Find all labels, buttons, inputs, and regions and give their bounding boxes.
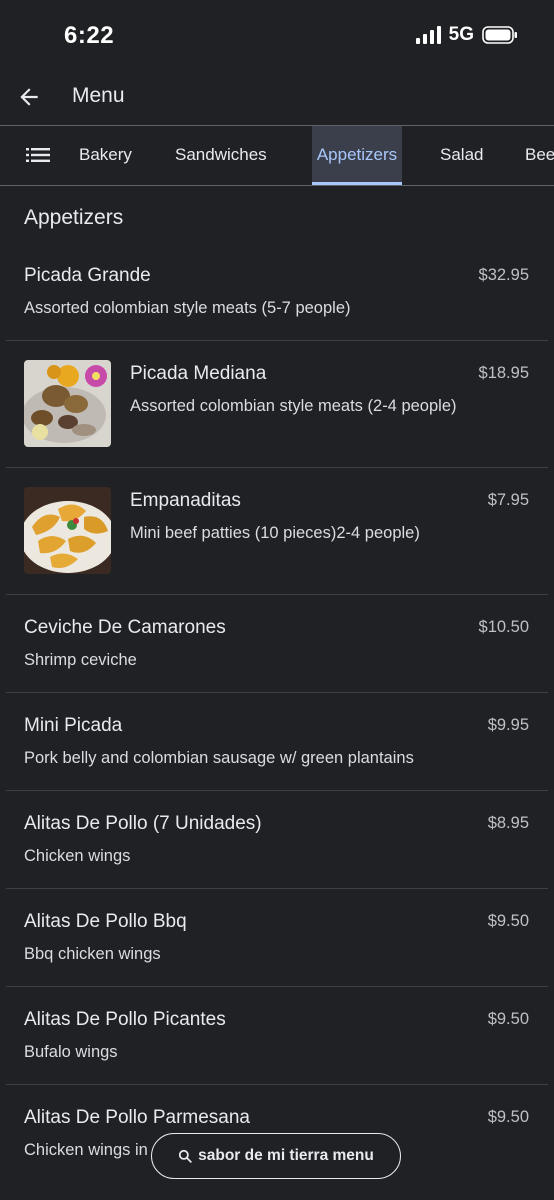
cellular-signal-icon (415, 26, 441, 44)
menu-item[interactable]: Picada Grande Assorted colombian style m… (0, 250, 554, 341)
food-photo (24, 487, 111, 574)
item-price: $7.95 (487, 491, 529, 509)
menu-item[interactable]: Mini Picada Pork belly and colombian sau… (0, 693, 554, 791)
item-price: $9.50 (487, 1108, 529, 1126)
menu-item[interactable]: Picada Mediana Assorted colombian style … (0, 341, 554, 468)
food-photo (24, 360, 111, 447)
menu-item[interactable]: Ceviche De Camarones Shrimp ceviche $10.… (0, 595, 554, 693)
item-name: Empanaditas (130, 490, 241, 511)
item-name: Alitas De Pollo Bbq (24, 911, 187, 932)
tab-bakery[interactable]: Bakery (79, 126, 132, 185)
menu-item[interactable]: Alitas De Pollo Picantes Bufalo wings $9… (0, 987, 554, 1085)
item-description: Bbq chicken wings (24, 945, 161, 963)
app-bar: Menu (0, 72, 554, 124)
item-name: Mini Picada (24, 715, 123, 736)
arrow-back-icon[interactable] (16, 84, 42, 110)
menu-item[interactable]: Alitas De Pollo (7 Unidades) Chicken win… (0, 791, 554, 889)
network-type-label: 5G (448, 24, 474, 45)
tab-sandwiches[interactable]: Sandwiches (175, 126, 267, 185)
tab-bee[interactable]: Bee (525, 126, 554, 185)
item-description: Chicken wings (24, 847, 131, 865)
item-name: Ceviche De Camarones (24, 617, 226, 638)
item-name: Picada Grande (24, 265, 151, 286)
item-description: Pork belly and colombian sausage w/ gree… (24, 749, 414, 767)
item-price: $32.95 (478, 266, 529, 284)
item-price: $8.95 (487, 814, 529, 832)
menu-item[interactable]: Empanaditas Mini beef patties (10 pieces… (0, 468, 554, 595)
item-price: $18.95 (478, 364, 529, 382)
item-description: Assorted colombian style meats (2-4 peop… (130, 397, 457, 415)
list-icon[interactable] (26, 146, 50, 164)
search-chip-button[interactable]: sabor de mi tierra menu (151, 1133, 401, 1179)
tab-salad[interactable]: Salad (440, 126, 483, 185)
search-icon (179, 1149, 192, 1163)
status-time: 6:22 (64, 22, 115, 49)
status-indicators: 5G (415, 24, 518, 46)
item-name: Alitas De Pollo Picantes (24, 1009, 226, 1030)
search-chip-label: sabor de mi tierra menu (198, 1147, 374, 1164)
item-price: $9.95 (487, 716, 529, 734)
tab-appetizers[interactable]: Appetizers (312, 126, 402, 185)
item-description: Assorted colombian style meats (5-7 peop… (24, 299, 351, 317)
category-tabs: Bakery Sandwiches Appetizers Salad Bee (0, 125, 554, 186)
battery-icon (482, 26, 517, 44)
item-description: Mini beef patties (10 pieces)2-4 people) (130, 524, 420, 542)
item-description: Shrimp ceviche (24, 651, 137, 669)
section-heading: Appetizers (24, 206, 124, 229)
item-price: $9.50 (487, 1010, 529, 1028)
item-price: $10.50 (478, 618, 529, 636)
item-name: Alitas De Pollo Parmesana (24, 1107, 250, 1128)
item-name: Alitas De Pollo (7 Unidades) (24, 813, 262, 834)
page-title: Menu (72, 84, 125, 107)
item-name: Picada Mediana (130, 363, 267, 384)
item-price: $9.50 (487, 912, 529, 930)
item-description: Chicken wings in (24, 1141, 148, 1159)
menu-item[interactable]: Alitas De Pollo Bbq Bbq chicken wings $9… (0, 889, 554, 987)
status-bar: 6:22 5G (0, 0, 554, 72)
item-description: Bufalo wings (24, 1043, 118, 1061)
